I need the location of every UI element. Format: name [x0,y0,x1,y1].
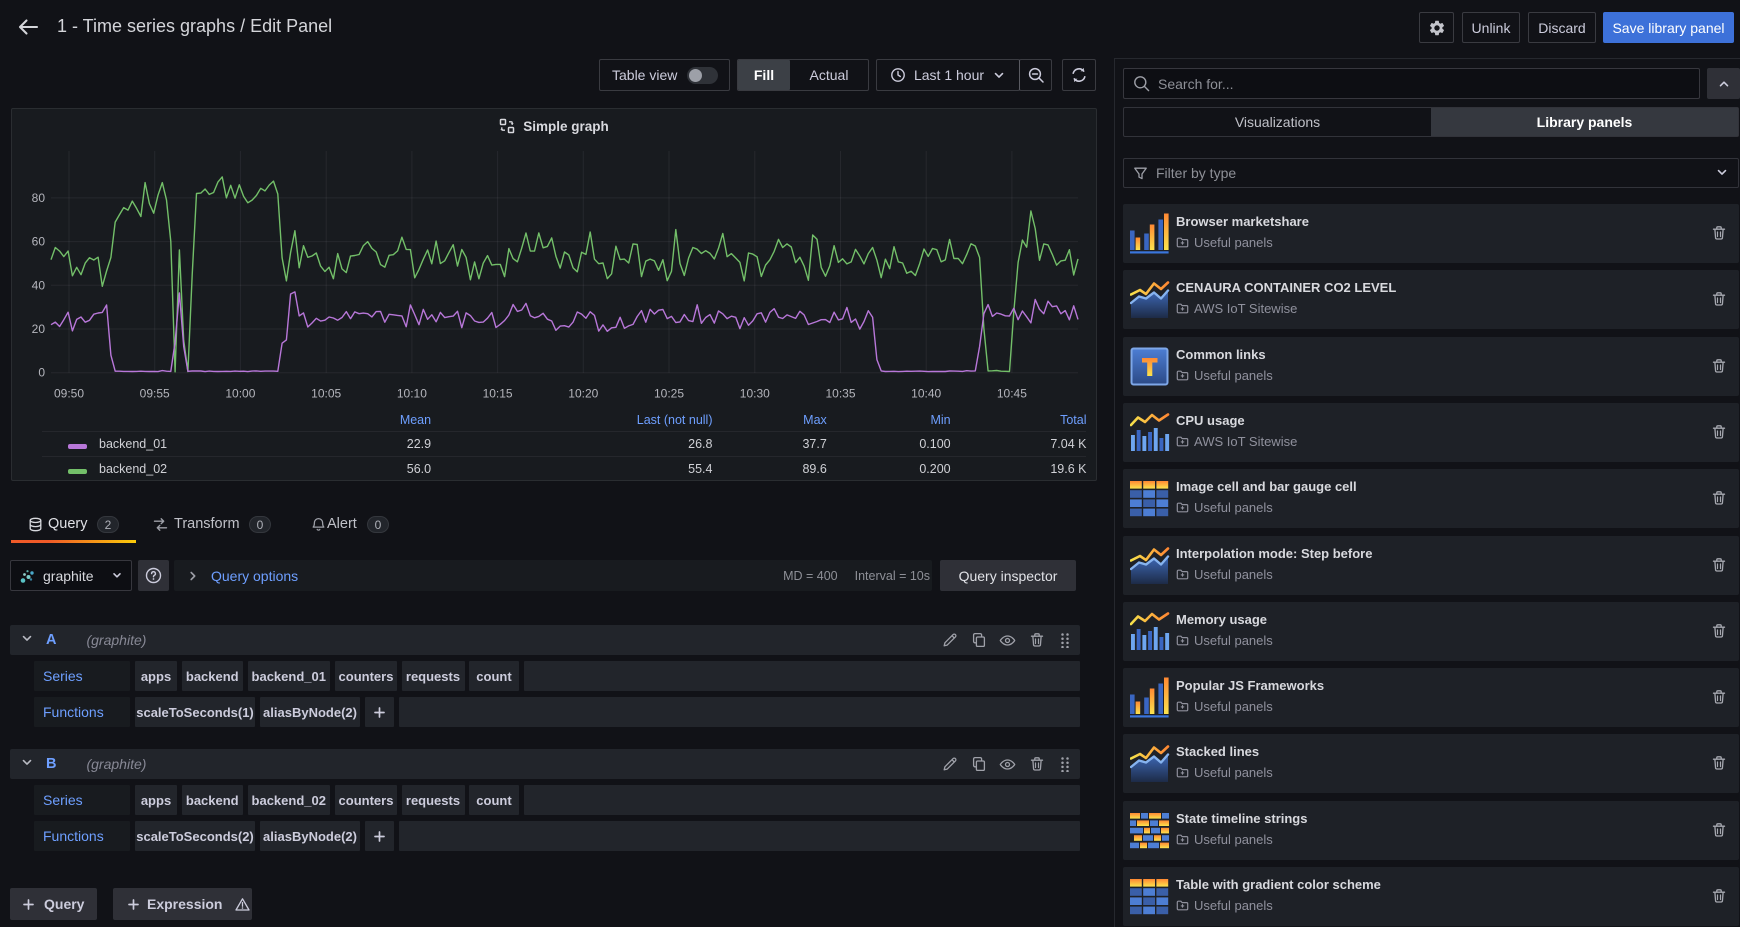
svg-text:60: 60 [32,235,46,249]
svg-text:10:30: 10:30 [740,387,770,401]
svg-text:10:10: 10:10 [397,387,427,401]
svg-text:20: 20 [32,322,46,336]
svg-text:09:50: 09:50 [54,387,84,401]
svg-text:10:20: 10:20 [568,387,598,401]
svg-text:10:15: 10:15 [483,387,513,401]
svg-text:10:00: 10:00 [225,387,255,401]
svg-text:10:25: 10:25 [654,387,684,401]
svg-text:40: 40 [32,278,46,292]
svg-text:10:05: 10:05 [311,387,341,401]
svg-text:09:55: 09:55 [140,387,170,401]
svg-text:10:45: 10:45 [997,387,1027,401]
svg-text:10:35: 10:35 [825,387,855,401]
svg-text:80: 80 [32,191,46,205]
svg-text:10:40: 10:40 [911,387,941,401]
svg-text:0: 0 [38,366,45,380]
